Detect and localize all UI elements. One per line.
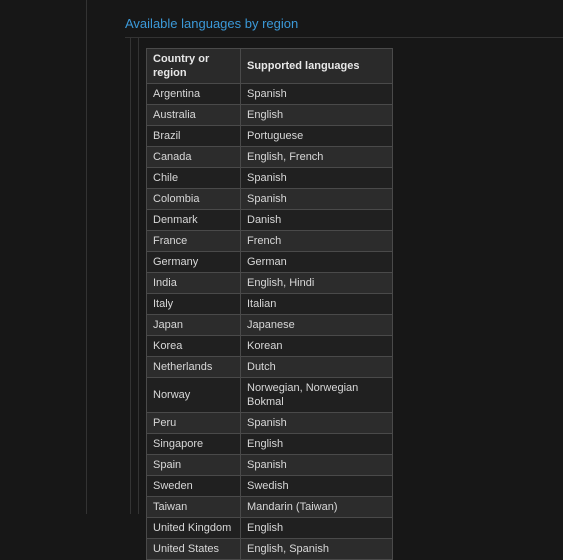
table-row: ItalyItalian [147, 294, 393, 315]
cell-country: India [147, 273, 241, 294]
table-header-row: Country or region Supported languages [147, 49, 393, 84]
cell-languages: Dutch [241, 357, 393, 378]
languages-table: Country or region Supported languages Ar… [146, 48, 393, 560]
cell-country: Australia [147, 105, 241, 126]
cell-languages: Spanish [241, 413, 393, 434]
cell-languages: Spanish [241, 455, 393, 476]
cell-languages: Spanish [241, 168, 393, 189]
table-row: United StatesEnglish, Spanish [147, 539, 393, 560]
section-underline [125, 37, 563, 38]
table-row: BrazilPortuguese [147, 126, 393, 147]
table-row: IndiaEnglish, Hindi [147, 273, 393, 294]
cell-country: United States [147, 539, 241, 560]
cell-languages: Mandarin (Taiwan) [241, 497, 393, 518]
cell-country: France [147, 231, 241, 252]
table-row: ArgentinaSpanish [147, 84, 393, 105]
cell-country: Brazil [147, 126, 241, 147]
table-row: SingaporeEnglish [147, 434, 393, 455]
cell-languages: Japanese [241, 315, 393, 336]
tree-guide-line [130, 37, 131, 514]
table-row: PeruSpanish [147, 413, 393, 434]
cell-languages: German [241, 252, 393, 273]
sidebar-divider [86, 0, 87, 514]
cell-country: Norway [147, 378, 241, 413]
cell-country: Italy [147, 294, 241, 315]
cell-country: Denmark [147, 210, 241, 231]
languages-table-container: Country or region Supported languages Ar… [146, 48, 392, 560]
cell-languages: Italian [241, 294, 393, 315]
cell-country: Germany [147, 252, 241, 273]
cell-languages: English, Spanish [241, 539, 393, 560]
table-row: ColombiaSpanish [147, 189, 393, 210]
table-row: ChileSpanish [147, 168, 393, 189]
cell-country: Canada [147, 147, 241, 168]
cell-languages: Danish [241, 210, 393, 231]
table-row: NetherlandsDutch [147, 357, 393, 378]
table-row: JapanJapanese [147, 315, 393, 336]
cell-country: Spain [147, 455, 241, 476]
table-row: NorwayNorwegian, Norwegian Bokmal [147, 378, 393, 413]
cell-languages: English, French [241, 147, 393, 168]
column-header-languages: Supported languages [241, 49, 393, 84]
table-row: United KingdomEnglish [147, 518, 393, 539]
cell-country: Peru [147, 413, 241, 434]
cell-country: Colombia [147, 189, 241, 210]
cell-country: Korea [147, 336, 241, 357]
cell-languages: Swedish [241, 476, 393, 497]
cell-country: Chile [147, 168, 241, 189]
table-row: TaiwanMandarin (Taiwan) [147, 497, 393, 518]
cell-country: Taiwan [147, 497, 241, 518]
table-row: AustraliaEnglish [147, 105, 393, 126]
table-row: GermanyGerman [147, 252, 393, 273]
cell-languages: French [241, 231, 393, 252]
table-row: CanadaEnglish, French [147, 147, 393, 168]
column-header-country: Country or region [147, 49, 241, 84]
cell-country: Singapore [147, 434, 241, 455]
table-row: SwedenSwedish [147, 476, 393, 497]
cell-country: Japan [147, 315, 241, 336]
cell-languages: English [241, 518, 393, 539]
cell-country: Netherlands [147, 357, 241, 378]
table-row: KoreaKorean [147, 336, 393, 357]
cell-languages: English, Hindi [241, 273, 393, 294]
table-row: SpainSpanish [147, 455, 393, 476]
tree-guide-line [138, 37, 139, 514]
cell-country: Argentina [147, 84, 241, 105]
cell-languages: Spanish [241, 189, 393, 210]
cell-languages: Norwegian, Norwegian Bokmal [241, 378, 393, 413]
table-row: DenmarkDanish [147, 210, 393, 231]
section-heading-link[interactable]: Available languages by region [125, 16, 298, 31]
cell-languages: English [241, 434, 393, 455]
table-row: FranceFrench [147, 231, 393, 252]
cell-languages: English [241, 105, 393, 126]
cell-languages: Korean [241, 336, 393, 357]
cell-country: Sweden [147, 476, 241, 497]
cell-country: United Kingdom [147, 518, 241, 539]
cell-languages: Portuguese [241, 126, 393, 147]
cell-languages: Spanish [241, 84, 393, 105]
